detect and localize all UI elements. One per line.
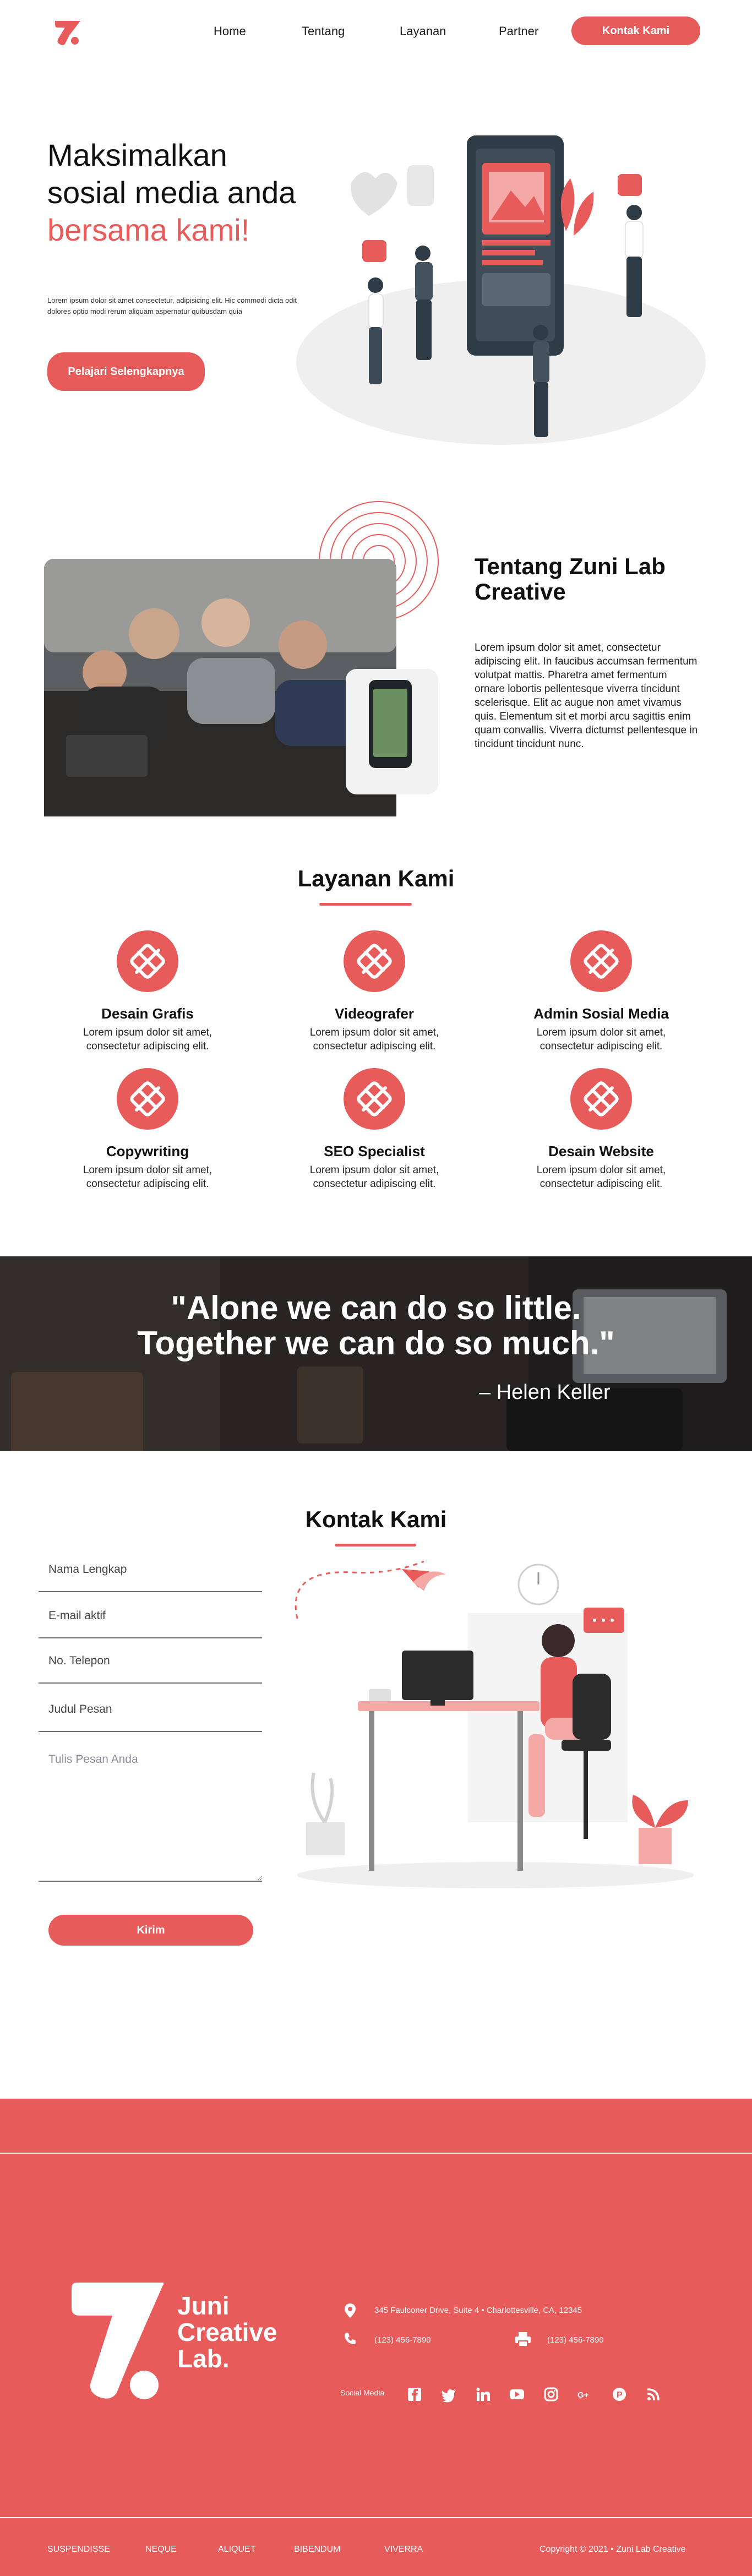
youtube-icon[interactable]	[509, 2386, 525, 2403]
nav-contact-button[interactable]: Kontak Kami	[571, 17, 700, 45]
service-description: Lorem ipsum dolor sit amet, consectetur …	[309, 1027, 439, 1052]
footer-address: 345 Faulconer Drive, Suite 4 • Charlotte…	[374, 2306, 582, 2315]
email-input[interactable]	[39, 1594, 262, 1637]
service-name: Desain Website	[548, 1143, 654, 1159]
service-card[interactable]: Desain Grafis Lorem ipsum dolor sit amet,…	[65, 930, 230, 1053]
design-tools-icon	[570, 930, 632, 992]
service-description: Lorem ipsum dolor sit amet, consectetur …	[536, 1027, 666, 1052]
footer: Juni Creative Lab. 345 Faulconer Drive, …	[0, 2099, 752, 2576]
message-textarea[interactable]	[39, 1740, 262, 1881]
nav-link-partner[interactable]: Partner	[499, 24, 538, 39]
service-card[interactable]: SEO Specialist Lorem ipsum dolor sit amet…	[292, 1068, 457, 1191]
phone-input[interactable]	[39, 1640, 262, 1682]
contact-title: Kontak Kami	[305, 1506, 447, 1532]
footer-menu-link[interactable]: BIBENDUM	[294, 2545, 340, 2555]
services-title-underline	[319, 903, 412, 906]
google-plus-icon[interactable]: G+	[577, 2386, 593, 2403]
services-title: Layanan Kami	[297, 865, 455, 891]
service-card[interactable]: Videografer Lorem ipsum dolor sit amet, c…	[292, 930, 457, 1053]
twitter-icon[interactable]	[440, 2386, 457, 2403]
design-tools-icon	[344, 930, 405, 992]
learn-more-button[interactable]: Pelajari Selengkapnya	[47, 352, 205, 391]
subject-input[interactable]	[39, 1688, 262, 1731]
service-card[interactable]: Admin Sosial Media Lorem ipsum dolor sit …	[519, 930, 684, 1053]
design-tools-icon	[117, 1068, 178, 1130]
contact-title-underline	[335, 1544, 416, 1546]
nav-link-home[interactable]: Home	[214, 24, 246, 39]
design-tools-icon	[344, 1068, 405, 1130]
social-media-label: Social Media	[340, 2388, 385, 2397]
hero-illustration	[296, 135, 706, 445]
instagram-icon[interactable]	[543, 2386, 559, 2403]
top-navigation: Home Tentang Layanan Partner Kontak Kami	[0, 0, 752, 61]
phone-field-wrapper	[39, 1640, 262, 1684]
page: Home Tentang Layanan Partner Kontak Kami…	[0, 0, 752, 2576]
facebook-icon[interactable]	[406, 2386, 423, 2403]
subject-field-wrapper	[39, 1688, 262, 1732]
service-description: Lorem ipsum dolor sit amet, consectetur …	[309, 1164, 439, 1190]
svg-text:G+: G+	[577, 2390, 589, 2400]
footer-copyright: Copyright © 2021 • Zuni Lab Creative	[540, 2545, 686, 2554]
zuni-logo-icon[interactable]	[53, 19, 84, 46]
phone-icon	[345, 2333, 356, 2344]
send-button[interactable]: Kirim	[48, 1915, 253, 1946]
footer-brand: Juni Creative Lab.	[177, 2291, 277, 2373]
service-card[interactable]: Desain Website Lorem ipsum dolor sit amet…	[519, 1068, 684, 1191]
service-name: Admin Sosial Media	[533, 1005, 669, 1022]
design-tools-icon	[117, 930, 178, 992]
about-text: Lorem ipsum dolor sit amet, consectetur …	[475, 642, 698, 750]
service-name: Videografer	[334, 1005, 414, 1022]
hero-title: Maksimalkan sosial media anda bersama ka…	[47, 137, 306, 249]
quote-line-2: Together we can do so much."	[137, 1325, 615, 1361]
design-tools-icon	[570, 1068, 632, 1130]
footer-phone: (123) 456-7890	[374, 2335, 431, 2345]
quote-banner: "Alone we can do so little. Together we …	[0, 1256, 752, 1451]
quote-line-1: "Alone we can do so little.	[171, 1289, 581, 1326]
service-description: Lorem ipsum dolor sit amet, consectetur …	[536, 1164, 666, 1190]
service-name: Copywriting	[106, 1143, 189, 1159]
footer-menu-link[interactable]: SUSPENDISSE	[47, 2545, 110, 2555]
footer-logo-icon[interactable]	[67, 2280, 166, 2401]
pinterest-icon[interactable]: P	[611, 2386, 628, 2403]
footer-menu-link[interactable]: NEQUE	[145, 2545, 177, 2555]
service-name: Desain Grafis	[101, 1005, 194, 1022]
footer-divider-bottom	[0, 2517, 752, 2518]
nav-link-layanan[interactable]: Layanan	[400, 24, 446, 39]
name-input[interactable]	[39, 1548, 262, 1591]
quote-text: "Alone we can do so little. Together we …	[0, 1290, 752, 1361]
hero-title-main: Maksimalkan sosial media anda	[47, 138, 296, 210]
hero-title-highlight: bersama kami!	[47, 213, 250, 247]
contact-illustration	[295, 1560, 694, 1888]
about-illustration	[44, 501, 439, 816]
footer-divider-top	[0, 2153, 752, 2154]
svg-text:P: P	[617, 2390, 623, 2400]
nav-link-tentang[interactable]: Tentang	[302, 24, 345, 39]
footer-menu-link[interactable]: VIVERRA	[384, 2545, 423, 2555]
service-description: Lorem ipsum dolor sit amet, consectetur …	[83, 1164, 212, 1190]
message-field-wrapper	[39, 1740, 262, 1882]
fax-icon	[515, 2332, 531, 2346]
quote-author: – Helen Keller	[479, 1381, 611, 1404]
hero-subtitle: Lorem ipsum dolor sit amet consectetur, …	[47, 296, 297, 315]
service-card[interactable]: Copywriting Lorem ipsum dolor sit amet, c…	[65, 1068, 230, 1191]
rss-icon[interactable]	[645, 2386, 662, 2403]
name-field-wrapper	[39, 1548, 262, 1592]
service-description: Lorem ipsum dolor sit amet, consectetur …	[83, 1027, 212, 1052]
about-title: Tentang Zuni Lab Creative	[475, 553, 666, 604]
footer-fax: (123) 456-7890	[547, 2335, 604, 2345]
location-icon	[345, 2303, 356, 2318]
email-field-wrapper	[39, 1594, 262, 1638]
footer-menu-link[interactable]: ALIQUET	[218, 2545, 255, 2555]
service-name: SEO Specialist	[324, 1143, 425, 1159]
linkedin-icon[interactable]	[475, 2386, 491, 2403]
